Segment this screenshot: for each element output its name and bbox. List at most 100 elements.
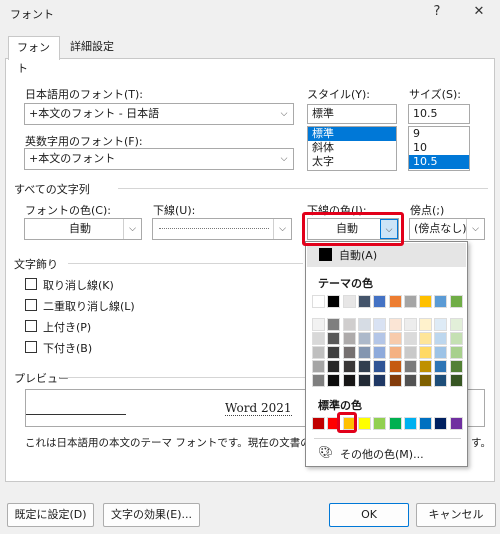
theme-shade-swatch[interactable] (434, 332, 448, 345)
theme-shade-swatch[interactable] (449, 360, 463, 373)
theme-color-swatch[interactable] (342, 295, 356, 308)
theme-color-swatch[interactable] (312, 295, 325, 308)
style-listbox[interactable]: 標準 斜体 太字 (307, 126, 397, 171)
standard-color-swatch[interactable] (449, 417, 463, 430)
theme-shade-swatch[interactable] (357, 360, 371, 373)
help-button[interactable]: ? (424, 2, 450, 22)
theme-shade-swatch[interactable] (327, 360, 341, 373)
theme-shade-swatch[interactable] (419, 318, 433, 331)
theme-shade-swatch[interactable] (434, 346, 448, 359)
theme-shade-swatch[interactable] (419, 374, 433, 387)
theme-shade-swatch[interactable] (342, 346, 356, 359)
standard-color-swatch[interactable] (388, 417, 402, 430)
theme-shade-swatch[interactable] (357, 374, 371, 387)
theme-shade-swatch[interactable] (357, 318, 371, 331)
style-option[interactable]: 太字 (308, 155, 396, 169)
set-default-button[interactable]: 既定に設定(D) (7, 503, 94, 527)
theme-shade-swatch[interactable] (312, 360, 325, 373)
theme-shade-swatch[interactable] (373, 318, 387, 331)
theme-shade-swatch[interactable] (449, 318, 463, 331)
theme-shade-swatch[interactable] (342, 374, 356, 387)
theme-shade-swatch[interactable] (434, 360, 448, 373)
theme-shade-swatch[interactable] (434, 374, 448, 387)
standard-color-swatch[interactable] (403, 417, 417, 430)
theme-color-swatch[interactable] (373, 295, 387, 308)
theme-shade-swatch[interactable] (388, 374, 402, 387)
font-color-combo[interactable]: 自動 ⌵ (24, 218, 142, 240)
size-listbox[interactable]: 9 10 10.5 (408, 126, 470, 171)
emphasis-combo[interactable]: (傍点なし) ⌵ (409, 218, 485, 240)
theme-color-swatch[interactable] (327, 295, 341, 308)
theme-shade-swatch[interactable] (403, 360, 417, 373)
theme-shade-swatch[interactable] (388, 332, 402, 345)
theme-color-swatch[interactable] (388, 295, 402, 308)
theme-color-swatch[interactable] (434, 295, 448, 308)
jp-font-combo[interactable]: +本文のフォント - 日本語 ⌵ (24, 103, 294, 125)
theme-shade-swatch[interactable] (449, 332, 463, 345)
theme-shade-swatch[interactable] (357, 332, 371, 345)
auto-color-option[interactable]: 自動(A) (307, 243, 466, 267)
theme-shade-swatch[interactable] (342, 318, 356, 331)
theme-shade-swatch[interactable] (342, 332, 356, 345)
theme-shade-swatch[interactable] (403, 332, 417, 345)
standard-color-swatch[interactable] (373, 417, 387, 430)
size-option[interactable]: 10 (409, 141, 469, 155)
theme-shade-swatch[interactable] (403, 318, 417, 331)
theme-shade-swatch[interactable] (312, 318, 325, 331)
tab-font[interactable]: フォント (8, 36, 60, 75)
theme-color-swatch[interactable] (357, 295, 371, 308)
standard-color-swatch[interactable] (419, 417, 433, 430)
section-divider (60, 377, 305, 378)
standard-color-swatch[interactable] (357, 417, 371, 430)
underline-combo[interactable]: ⌵ (152, 218, 292, 240)
size-input[interactable]: 10.5 (408, 104, 470, 124)
theme-shade-swatch[interactable] (388, 360, 402, 373)
theme-shade-swatch[interactable] (434, 318, 448, 331)
theme-shade-swatch[interactable] (388, 318, 402, 331)
theme-shade-swatch[interactable] (373, 360, 387, 373)
ok-button[interactable]: OK (329, 503, 409, 527)
theme-color-swatch[interactable] (449, 295, 463, 308)
theme-shade-swatch[interactable] (403, 374, 417, 387)
strikethrough-checkbox[interactable] (25, 278, 37, 290)
superscript-checkbox[interactable] (25, 320, 37, 332)
theme-shade-swatch[interactable] (388, 346, 402, 359)
theme-shade-swatch[interactable] (312, 374, 325, 387)
theme-shade-swatch[interactable] (449, 346, 463, 359)
text-effects-button[interactable]: 文字の効果(E)... (103, 503, 200, 527)
en-font-combo[interactable]: +本文のフォント ⌵ (24, 148, 294, 170)
theme-shade-swatch[interactable] (357, 346, 371, 359)
standard-color-swatch[interactable] (312, 417, 325, 430)
theme-shade-swatch[interactable] (312, 346, 325, 359)
theme-shade-swatch[interactable] (419, 360, 433, 373)
theme-shade-swatch[interactable] (373, 346, 387, 359)
preview-note-tail: す。 (471, 437, 491, 449)
theme-shade-swatch[interactable] (327, 332, 341, 345)
theme-shade-swatch[interactable] (403, 346, 417, 359)
theme-shade-swatch[interactable] (327, 318, 341, 331)
theme-shade-swatch[interactable] (327, 374, 341, 387)
tab-advanced[interactable]: 詳細設定 (62, 36, 128, 58)
theme-shade-swatch[interactable] (342, 360, 356, 373)
style-input[interactable]: 標準 (307, 104, 397, 124)
subscript-checkbox[interactable] (25, 341, 37, 353)
size-label: サイズ(S): (409, 88, 461, 101)
theme-color-swatch[interactable] (419, 295, 433, 308)
theme-shade-swatch[interactable] (327, 346, 341, 359)
double-strikethrough-checkbox[interactable] (25, 299, 37, 311)
more-colors-option[interactable]: 🎨︎ その他の色(M)... (312, 443, 462, 463)
theme-shade-swatch[interactable] (419, 346, 433, 359)
theme-shade-swatch[interactable] (419, 332, 433, 345)
style-option[interactable]: 標準 (308, 127, 396, 141)
theme-shade-swatch[interactable] (373, 332, 387, 345)
size-option[interactable]: 9 (409, 127, 469, 141)
theme-shade-swatch[interactable] (373, 374, 387, 387)
size-option[interactable]: 10.5 (409, 155, 469, 169)
theme-color-swatch[interactable] (403, 295, 417, 308)
standard-color-swatch[interactable] (434, 417, 448, 430)
theme-shade-swatch[interactable] (312, 332, 325, 345)
cancel-button[interactable]: キャンセル (416, 503, 496, 527)
theme-shade-swatch[interactable] (449, 374, 463, 387)
style-option[interactable]: 斜体 (308, 141, 396, 155)
close-button[interactable]: ✕ (466, 2, 492, 22)
